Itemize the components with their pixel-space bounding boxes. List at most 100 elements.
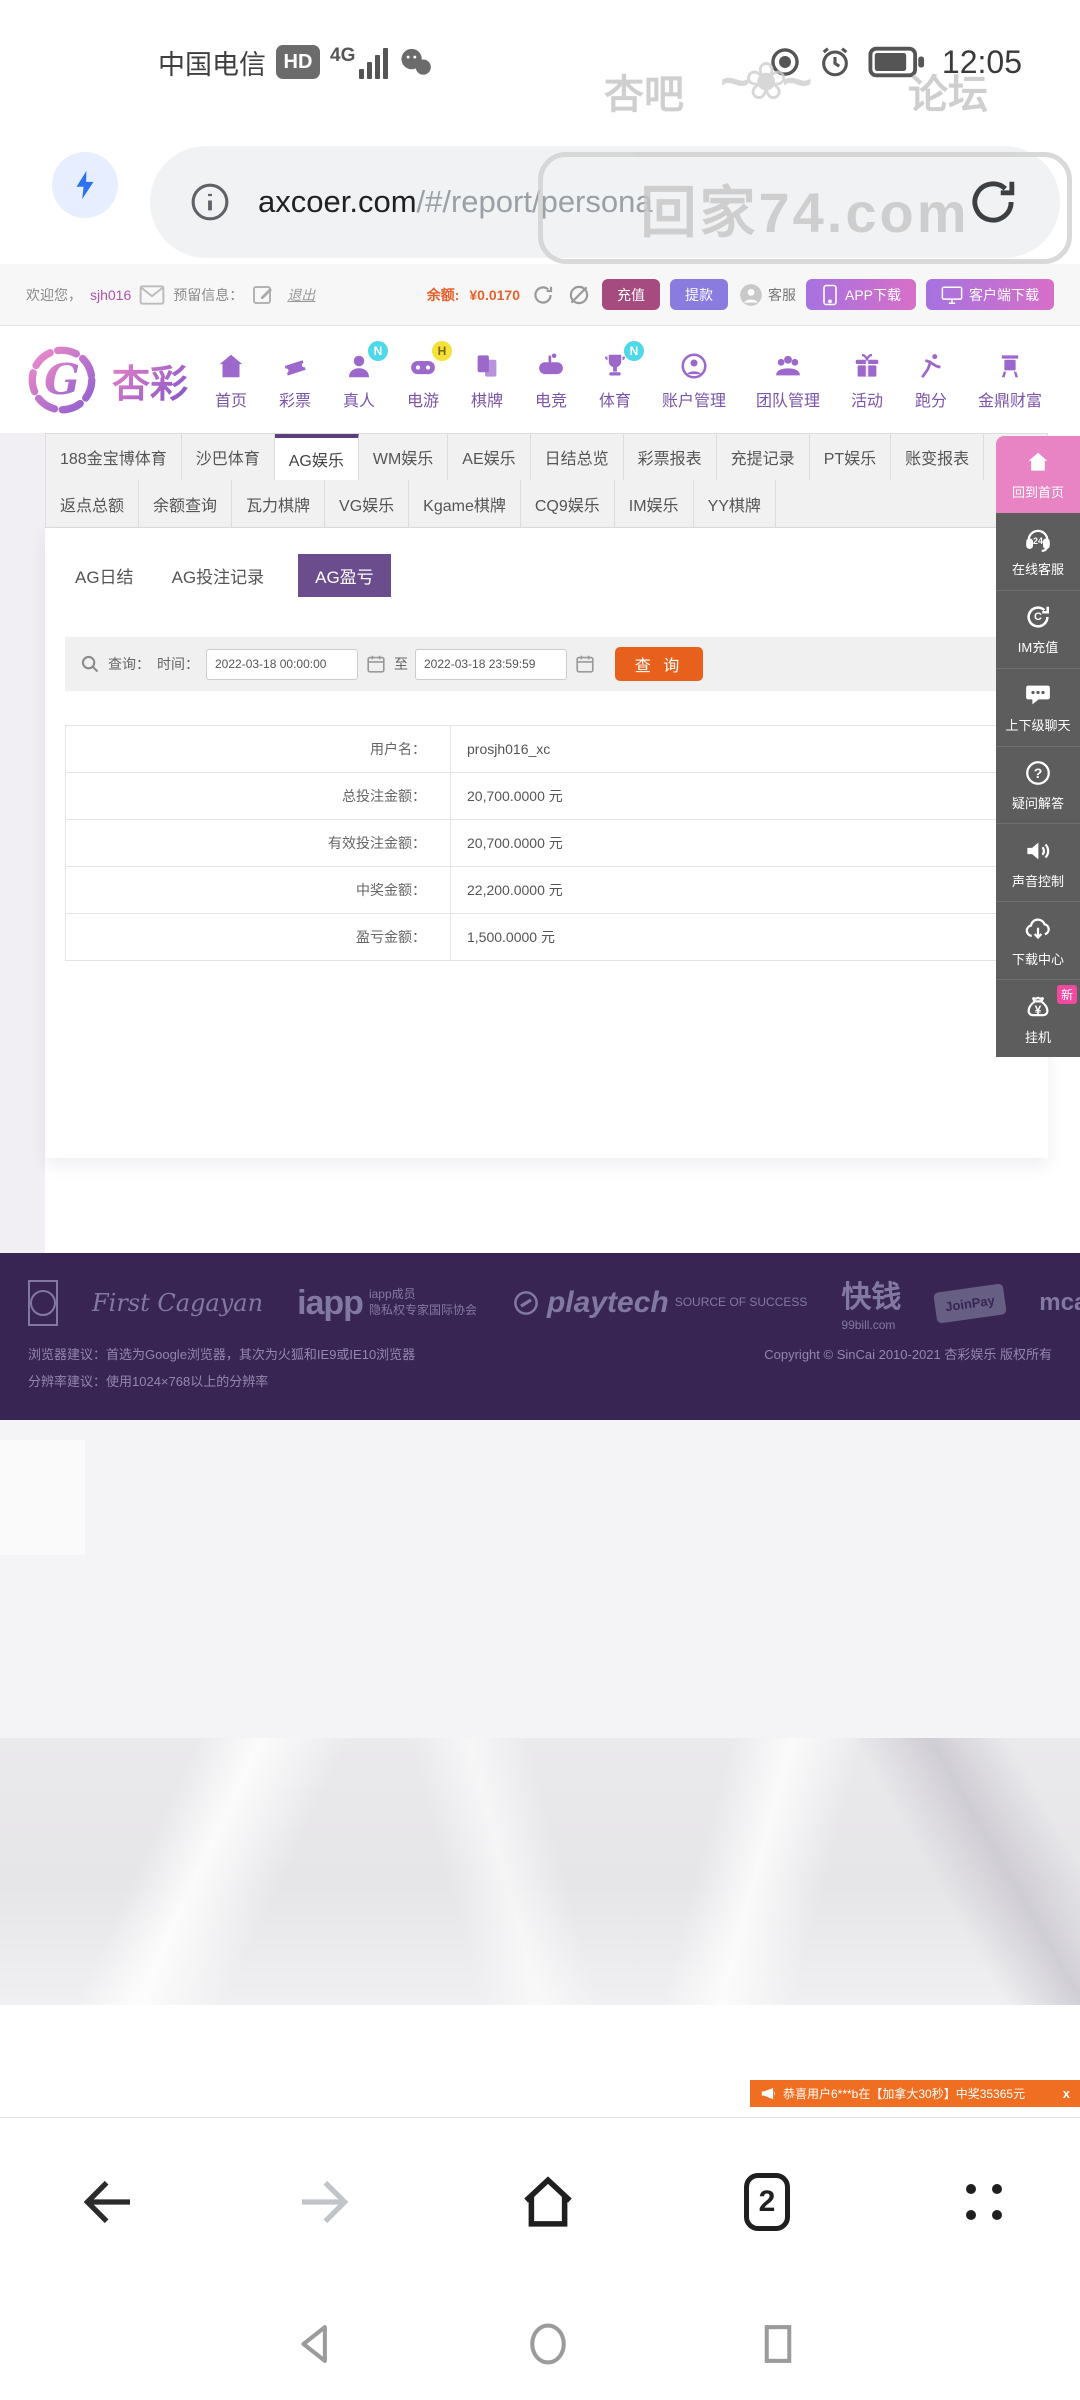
logout-link[interactable]: 退出	[287, 285, 315, 305]
nav-item-home[interactable]: 首页	[214, 349, 248, 411]
nav-item-promotions[interactable]: 活动	[850, 349, 884, 411]
refresh-balance-icon[interactable]	[530, 282, 556, 308]
date-to-input[interactable]	[415, 648, 567, 680]
tab-shaba[interactable]: 沙巴体育	[182, 434, 275, 480]
back-button[interactable]	[75, 2169, 141, 2235]
page-info-icon[interactable]	[188, 180, 232, 224]
query-submit-button[interactable]: 查 询	[615, 647, 703, 681]
resolution-tip: 分辨率建议：使用1024×768以上的分辨率	[28, 1374, 269, 1390]
system-home-button[interactable]	[521, 2317, 575, 2371]
nav-item-lottery[interactable]: 彩票	[278, 349, 312, 411]
tab-rijie[interactable]: 日结总览	[531, 434, 624, 480]
url-bar[interactable]: axcoer.com/#/report/persona	[150, 146, 1060, 258]
sidebar-item-chat[interactable]: 上下级聊天	[996, 668, 1080, 747]
subtab-ag-rijie[interactable]: AG日结	[71, 554, 138, 597]
status-bar: 中国电信 HD 4G 12:05	[0, 26, 1080, 98]
tab-yy[interactable]: YY棋牌	[694, 480, 776, 527]
client-download-button[interactable]: 客户端下载	[926, 279, 1054, 310]
system-back-button[interactable]	[290, 2317, 344, 2371]
browser-home-button[interactable]	[513, 2167, 583, 2237]
tab-caipiao[interactable]: 彩票报表	[624, 434, 717, 480]
tab-ae[interactable]: AE娱乐	[448, 434, 531, 480]
nav-item-cards[interactable]: 棋牌	[470, 349, 504, 411]
mail-icon[interactable]	[139, 284, 165, 306]
tab-switcher-button[interactable]: 2	[744, 2173, 790, 2231]
brand-name: 杏彩	[112, 353, 188, 408]
row-value: 1,500.0000 元	[467, 929, 555, 945]
tab-yue[interactable]: 余额查询	[139, 480, 233, 527]
query-label: 查询：	[108, 656, 150, 672]
nav-item-team[interactable]: 团队管理	[756, 349, 820, 411]
table-row: 用户名： prosjh016_xc	[66, 726, 1027, 773]
tab-pt[interactable]: PT娱乐	[810, 434, 892, 480]
nav-item-wealth[interactable]: 金鼎财富	[978, 349, 1042, 411]
row-value: 20,700.0000 元	[467, 835, 563, 851]
date-from-input[interactable]	[206, 648, 358, 680]
phone-icon	[823, 284, 837, 305]
tab-wali[interactable]: 瓦力棋牌	[232, 480, 326, 527]
seal-logo	[28, 1280, 58, 1326]
edit-icon[interactable]	[251, 283, 275, 307]
subtab-ag-touzhu[interactable]: AG投注记录	[168, 554, 269, 597]
sidebar-item-online-service[interactable]: 24 在线客服	[996, 512, 1080, 591]
report-tabs-row1: 188金宝博体育 沙巴体育 AG娱乐 WM娱乐 AE娱乐 日结总览 彩票报表 充…	[45, 433, 1048, 481]
winner-notification[interactable]: 恭喜用户6***b在【加拿大30秒】中奖35365元 x	[750, 2080, 1080, 2107]
nav-item-paofen[interactable]: 跑分	[914, 349, 948, 411]
sidebar-item-faq[interactable]: ? 疑问解答	[996, 746, 1080, 825]
nav-item-egames[interactable]: H 电游	[406, 341, 453, 411]
sidebar-item-im-recharge[interactable]: C IM充值	[996, 590, 1080, 669]
carrier-label: 中国电信	[158, 49, 266, 80]
sidebar-item-sound[interactable]: 声音控制	[996, 824, 1080, 903]
tab-im[interactable]: IM娱乐	[615, 480, 694, 527]
withdraw-button[interactable]: 提款	[669, 279, 728, 310]
tab-chongti[interactable]: 充提记录	[717, 434, 810, 480]
site-logo[interactable]: G 杏彩	[20, 338, 188, 422]
clock-time: 12:05	[941, 43, 1022, 80]
sidebar-item-guaji[interactable]: 新 ¥ 挂机	[996, 980, 1080, 1057]
search-icon	[79, 653, 101, 675]
tab-ag-active[interactable]: AG娱乐	[274, 434, 359, 480]
tab-188jinbaobo[interactable]: 188金宝博体育	[46, 434, 182, 480]
nav-item-account[interactable]: 账户管理	[662, 349, 726, 411]
nav-item-esports[interactable]: 电竞	[534, 349, 568, 411]
quick-access-button[interactable]	[52, 152, 118, 218]
row-label: 总投注金额：	[66, 773, 451, 819]
page-lower-background	[0, 1420, 1080, 1738]
url-text[interactable]: axcoer.com/#/report/persona	[258, 184, 653, 220]
reload-icon[interactable]	[964, 173, 1022, 231]
calendar-icon-from[interactable]	[365, 653, 387, 675]
tab-cq9[interactable]: CQ9娱乐	[521, 480, 615, 527]
tab-wm[interactable]: WM娱乐	[359, 434, 449, 480]
nav-item-live[interactable]: N 真人	[342, 341, 389, 411]
sidebar-item-download[interactable]: 下载中心	[996, 902, 1080, 981]
subtab-ag-yingkui-active[interactable]: AG盈亏	[298, 554, 391, 597]
money-bag-icon: ¥	[1023, 992, 1053, 1022]
tab-vg[interactable]: VG娱乐	[325, 480, 410, 527]
to-separator: 至	[394, 656, 408, 672]
main-nav: 首页 彩票 N 真人 H 电游 棋牌 电竞 N 体育 账户管理 团队管理 活动 …	[214, 341, 1042, 411]
tab-kgame[interactable]: Kgame棋牌	[409, 480, 521, 527]
app-download-button[interactable]: APP下载	[805, 279, 916, 310]
system-recents-button[interactable]	[751, 2317, 805, 2371]
user-bar: 欢迎您， sjh016 预留信息： 退出 余额: ¥0.0170 充值 提款 客…	[0, 264, 1080, 326]
customer-service-link[interactable]: 客服	[738, 282, 796, 308]
row-label: 盈亏金额：	[66, 914, 451, 960]
menu-dots-icon[interactable]	[966, 2184, 1002, 2220]
sidebar-item-back-home[interactable]: 回到首页	[996, 436, 1080, 513]
recharge-button[interactable]: 充值	[601, 279, 660, 310]
person-icon: N	[342, 341, 389, 383]
tab-zhangbian[interactable]: 账变报表	[891, 434, 985, 480]
query-bar: 查询： 时间： 至 查 询	[65, 637, 1028, 691]
utility-sidebar: 回到首页 24 在线客服 C IM充值 上下级聊天 ? 疑问解答 声音控制 下载…	[996, 436, 1080, 1057]
account-icon	[677, 349, 711, 383]
close-icon[interactable]: x	[1059, 2086, 1070, 2101]
background-block	[0, 1440, 85, 1555]
headset-24-icon: 24	[1023, 524, 1053, 554]
hide-balance-icon[interactable]	[566, 282, 592, 308]
forward-button[interactable]	[291, 2169, 357, 2235]
iapp-logo: iapp iapp成员 隐私权专家国际协会	[297, 1283, 477, 1322]
nav-item-sports[interactable]: N 体育	[598, 341, 645, 411]
calendar-icon-to[interactable]	[574, 653, 596, 675]
new-badge: N	[624, 341, 645, 361]
tab-fandian[interactable]: 返点总额	[46, 480, 140, 527]
